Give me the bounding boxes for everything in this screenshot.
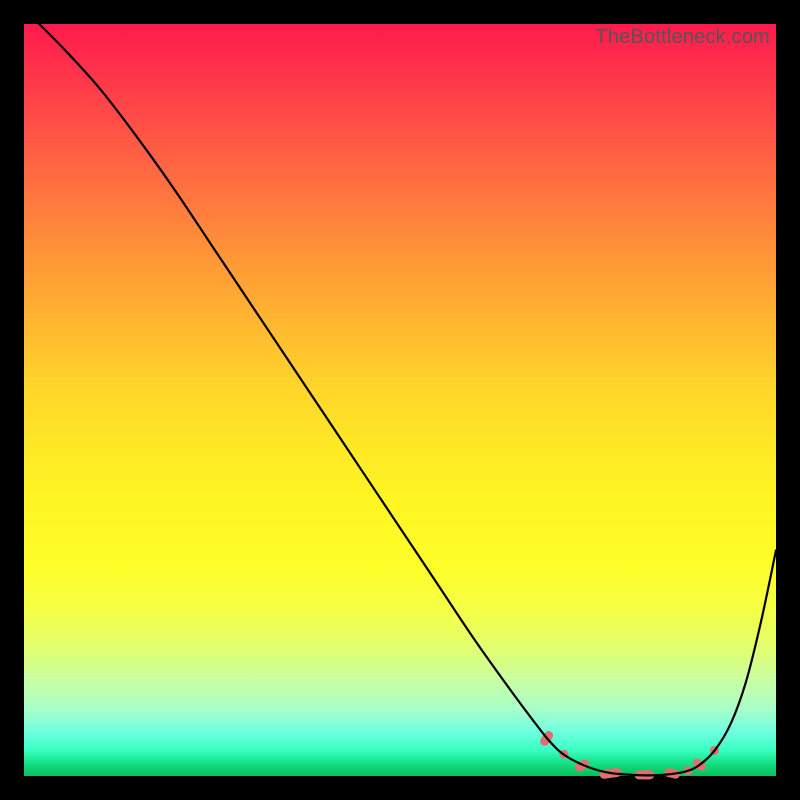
bottleneck-curve [24,9,776,775]
plot-area: TheBottleneck.com [24,24,776,776]
marker-layer [538,729,718,779]
chart-svg [24,24,776,776]
